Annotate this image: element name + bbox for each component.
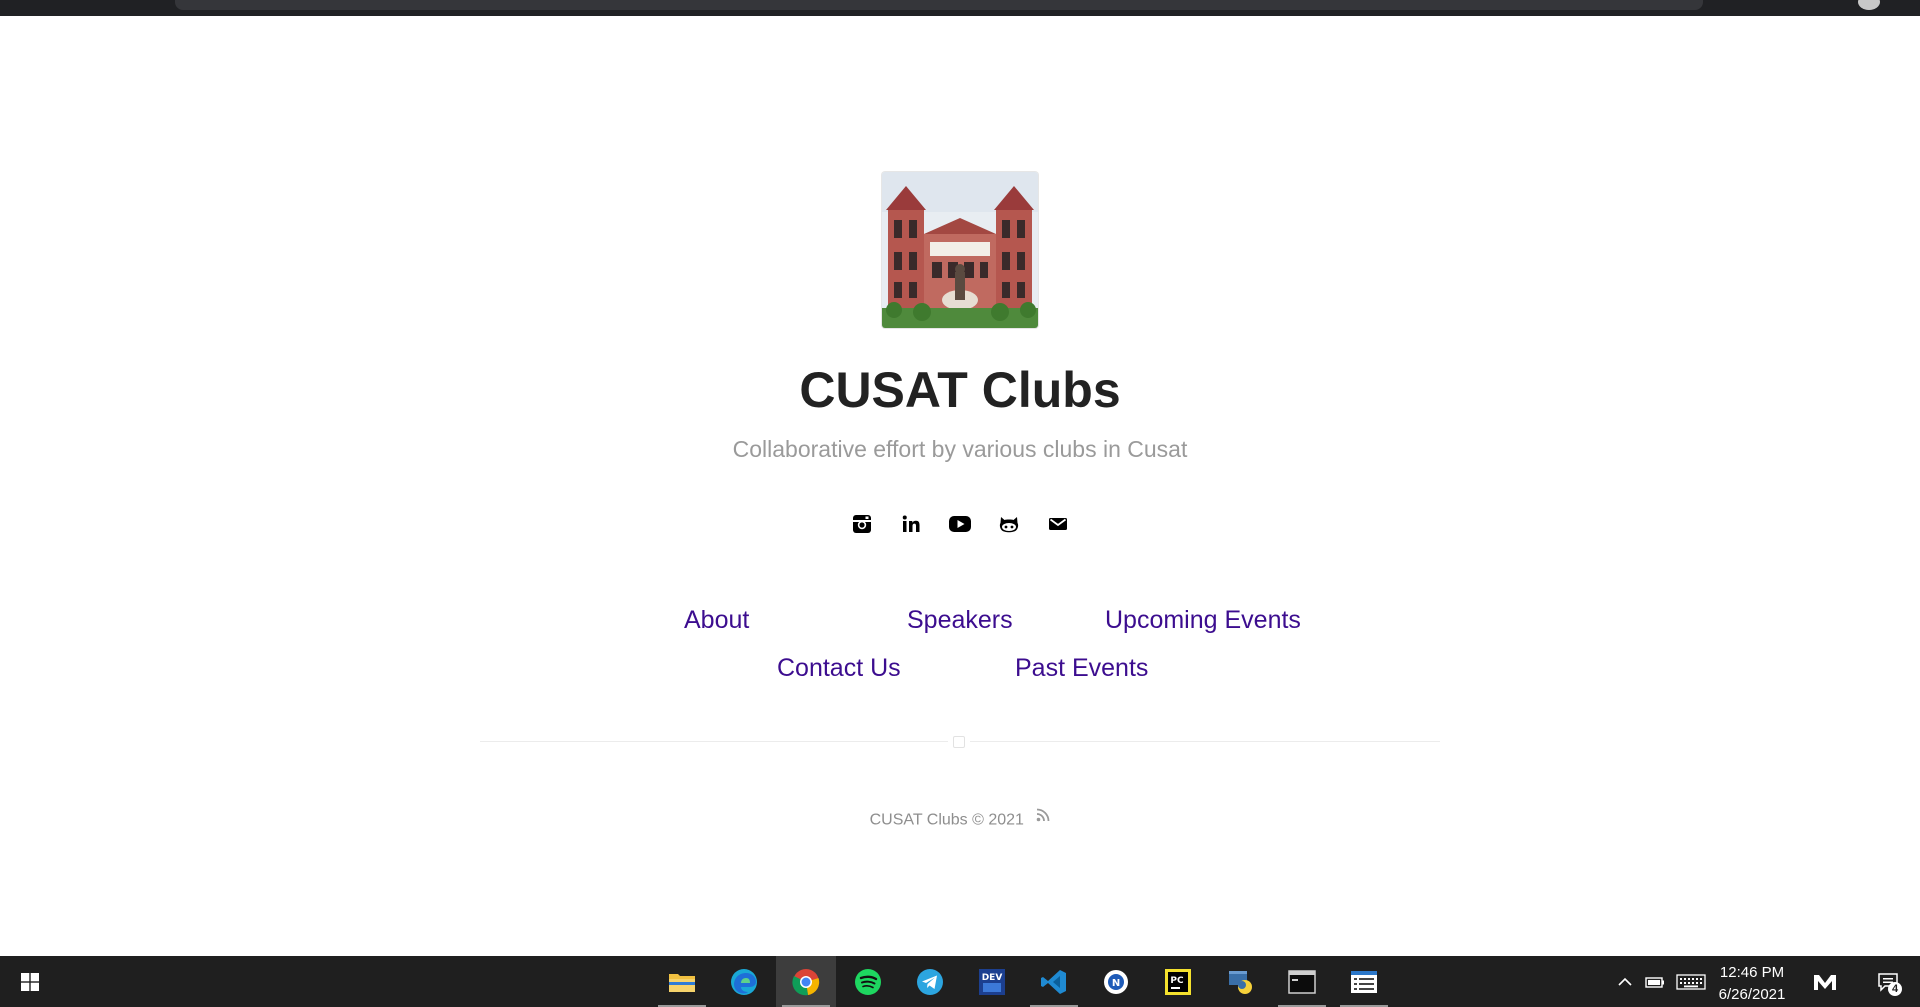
terminal-icon[interactable] xyxy=(1272,956,1332,1007)
file-explorer-icon[interactable] xyxy=(652,956,712,1007)
spotify-icon[interactable] xyxy=(838,956,898,1007)
email-icon[interactable] xyxy=(1046,512,1070,536)
page-content: CUSAT Clubs Collaborative effort by vari… xyxy=(0,16,1920,956)
nav-speakers[interactable]: Speakers xyxy=(907,606,1013,635)
clock-time: 12:46 PM xyxy=(1719,964,1785,981)
svg-text:DEV: DEV xyxy=(982,973,1003,983)
address-bar[interactable] xyxy=(175,0,1703,10)
nav-contact-us[interactable]: Contact Us xyxy=(777,654,901,683)
battery-icon[interactable] xyxy=(1642,956,1668,1007)
footer-copyright: CUSAT Clubs © 2021 xyxy=(869,811,1024,829)
nav-past-events[interactable]: Past Events xyxy=(1015,654,1148,683)
notification-count-badge: 4 xyxy=(1888,982,1902,996)
divider-left xyxy=(480,741,948,742)
chevron-up-icon[interactable] xyxy=(1612,956,1638,1007)
telegram-icon[interactable] xyxy=(900,956,960,1007)
notification-center-icon[interactable]: 4 xyxy=(1868,956,1908,1007)
nav-upcoming-events[interactable]: Upcoming Events xyxy=(1105,606,1301,635)
building-image xyxy=(882,172,1038,328)
windows-start-icon[interactable] xyxy=(0,956,60,1007)
browser-chrome-strip xyxy=(0,0,1920,16)
app-icon[interactable]: N xyxy=(1086,956,1146,1007)
site-title: CUSAT Clubs xyxy=(799,362,1121,418)
rss-icon[interactable] xyxy=(1036,808,1050,827)
footer: CUSAT Clubs © 2021 xyxy=(0,808,1920,830)
dev-cpp-icon[interactable]: DEV xyxy=(962,956,1022,1007)
svg-text:N: N xyxy=(1112,978,1120,989)
clock-date: 6/26/2021 xyxy=(1718,986,1786,1003)
github-icon[interactable] xyxy=(997,512,1021,536)
profile-avatar[interactable] xyxy=(1858,0,1880,10)
instagram-icon[interactable] xyxy=(850,512,874,536)
divider-dot xyxy=(953,736,965,748)
python-icon[interactable] xyxy=(1210,956,1270,1007)
chrome-icon[interactable] xyxy=(776,956,836,1007)
nav-about[interactable]: About xyxy=(684,606,749,635)
notepad-icon[interactable] xyxy=(1334,956,1394,1007)
site-description: Collaborative effort by various clubs in… xyxy=(732,436,1188,462)
vscode-icon[interactable] xyxy=(1024,956,1084,1007)
linkedin-icon[interactable] xyxy=(899,512,923,536)
divider-right xyxy=(970,741,1440,742)
site-logo[interactable] xyxy=(882,172,1038,328)
edge-icon[interactable] xyxy=(714,956,774,1007)
pycharm-icon[interactable]: PC xyxy=(1148,956,1208,1007)
windows-taskbar: DEV N PC 12:46 PM 6/26/2021 4 xyxy=(0,956,1920,1007)
youtube-icon[interactable] xyxy=(948,512,972,536)
system-clock[interactable]: 12:46 PM 6/26/2021 xyxy=(1700,962,1804,1006)
social-links xyxy=(0,512,1920,536)
svg-text:PC: PC xyxy=(1170,976,1184,986)
tray-app-icon[interactable] xyxy=(1808,956,1842,1007)
